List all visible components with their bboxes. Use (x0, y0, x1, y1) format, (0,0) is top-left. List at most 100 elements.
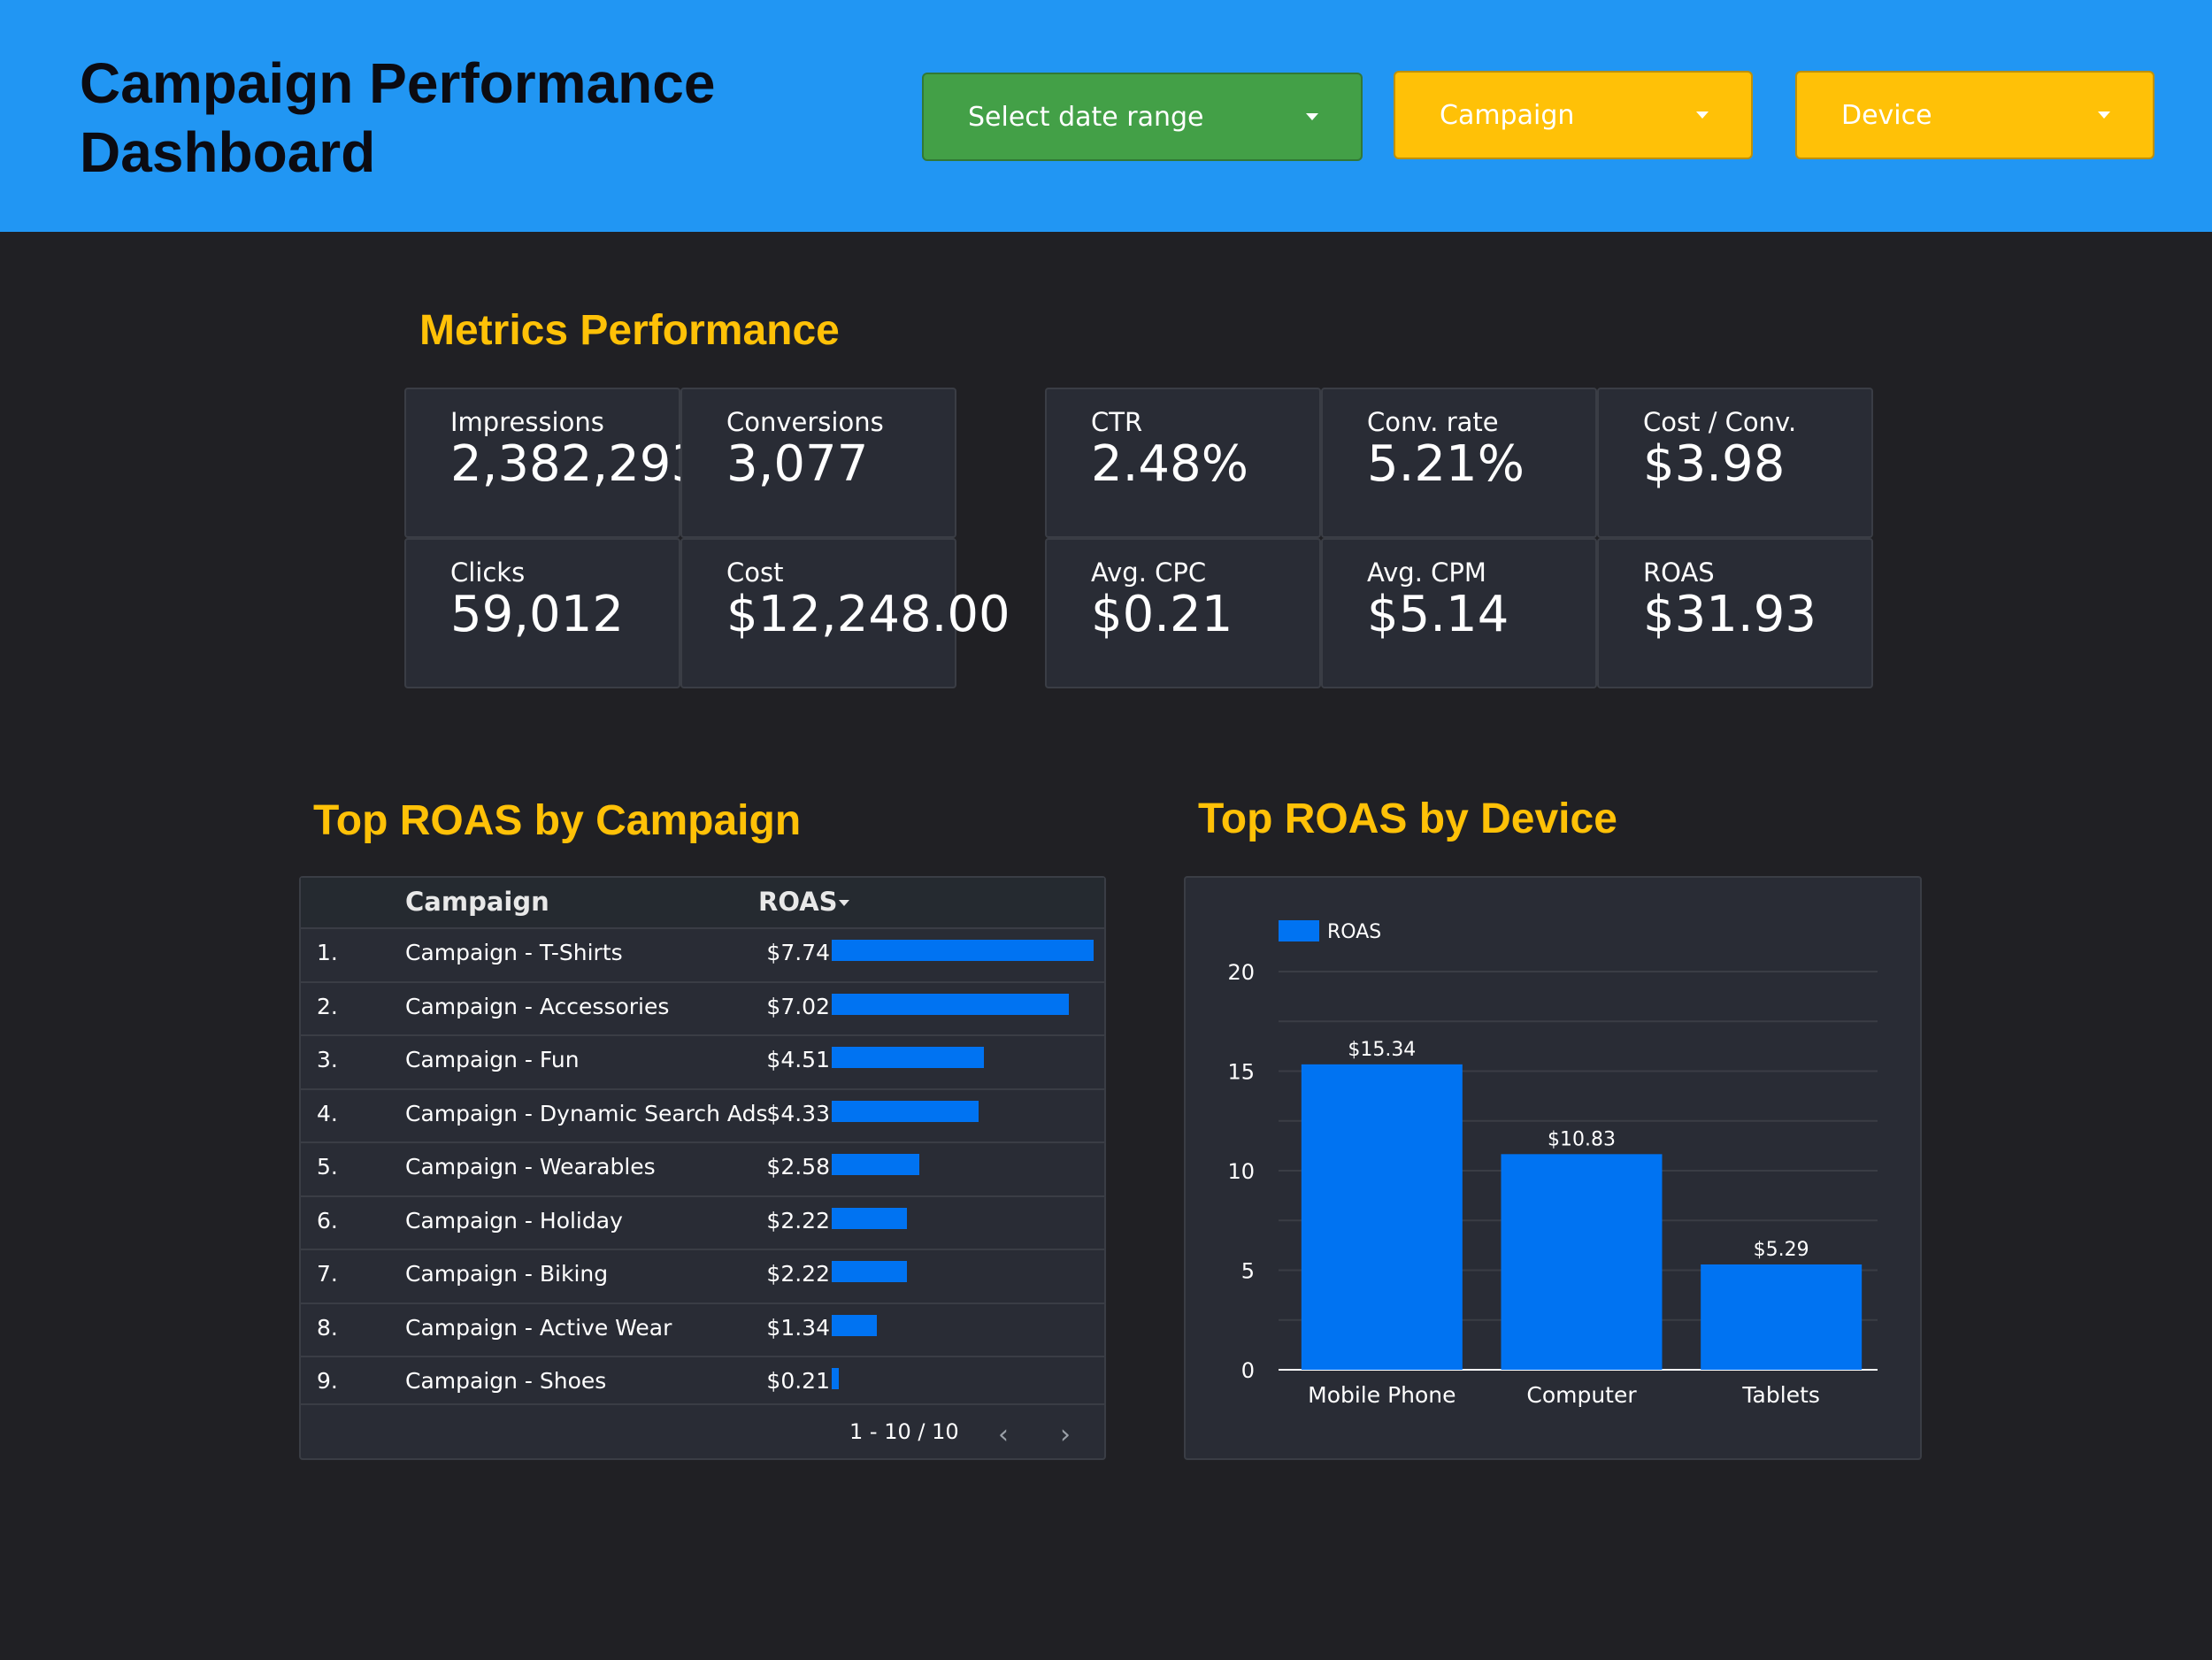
y-tick-label: 0 (1241, 1358, 1255, 1383)
x-category-label: Mobile Phone (1308, 1382, 1455, 1408)
date-range-label: Select date range (968, 101, 1204, 133)
campaign-name: Campaign - Wearables (405, 1154, 656, 1180)
table-row[interactable]: 9. Campaign - Shoes $0.21 (301, 1356, 1104, 1410)
row-index: 7. (317, 1261, 338, 1287)
roas-value: $4.33 (766, 1100, 830, 1126)
metric-label: ROAS (1643, 557, 1715, 588)
page-title: Campaign Performance Dashboard (80, 49, 876, 187)
roas-bar (832, 1368, 840, 1389)
metric-card-cost: Cost $12,248.00 (680, 538, 1010, 688)
device-roas-chart: 0 5 10 15 20 ROAS $15.34 Mobile Phone $10.83 Comp… (1227, 920, 1878, 1408)
roas-bar (832, 993, 1070, 1015)
roas-value: $7.02 (766, 993, 830, 1019)
column-header-roas[interactable]: ROAS (758, 887, 838, 917)
row-index: 8. (317, 1314, 338, 1341)
chart-bar[interactable] (1501, 1154, 1663, 1370)
row-index: 3. (317, 1047, 338, 1072)
metric-value: $31.93 (1643, 586, 1816, 643)
roas-value: $0.21 (766, 1368, 830, 1394)
campaign-name: Campaign - Shoes (405, 1368, 607, 1394)
metrics-section-title: Metrics Performance (419, 307, 840, 354)
metric-value: $3.98 (1643, 435, 1786, 493)
sort-desc-icon[interactable] (839, 900, 849, 906)
y-tick-label: 15 (1227, 1060, 1255, 1085)
campaign-name: Campaign - Biking (405, 1261, 609, 1287)
date-range-dropdown[interactable]: Select date range (922, 73, 1363, 161)
x-category-label: Computer (1526, 1382, 1637, 1408)
table-row[interactable]: 3. Campaign - Fun $4.51 (301, 1034, 1104, 1089)
roas-value: $1.34 (766, 1314, 830, 1341)
metric-card-ctr: CTR 2.48% (1045, 388, 1321, 538)
row-index: 6. (317, 1207, 338, 1233)
metric-label: Conversions (726, 407, 884, 437)
metric-card-avg-cpc: Avg. CPC $0.21 (1045, 538, 1321, 688)
roas-bar (832, 940, 1094, 961)
table-row[interactable]: 8. Campaign - Active Wear $1.34 (301, 1302, 1104, 1357)
page-title-line1: Campaign Performance (80, 51, 716, 115)
table-row[interactable]: 2. Campaign - Accessories $7.02 (301, 980, 1104, 1036)
metric-card-conversions: Conversions 3,077 (680, 388, 956, 538)
campaign-name: Campaign - Fun (405, 1047, 580, 1072)
metric-value: 5.21% (1367, 435, 1525, 493)
campaign-dropdown[interactable]: Campaign (1394, 71, 1753, 159)
row-index: 1. (317, 940, 338, 965)
chevron-left-icon[interactable]: ‹ (998, 1419, 1009, 1450)
roas-bar (832, 1100, 979, 1122)
metric-label: Impressions (450, 407, 604, 437)
campaign-dropdown-label: Campaign (1440, 99, 1575, 131)
column-header-campaign[interactable]: Campaign (405, 887, 549, 917)
row-index: 5. (317, 1154, 338, 1180)
table-row[interactable]: 4. Campaign - Dynamic Search Ads $4.33 (301, 1087, 1104, 1143)
header-bar: Campaign Performance Dashboard Select da… (0, 0, 2212, 232)
campaign-name: Campaign - Active Wear (405, 1314, 672, 1341)
chart-bar[interactable] (1701, 1264, 1863, 1370)
device-dropdown[interactable]: Device (1795, 71, 2154, 159)
campaign-roas-table: Campaign ROAS 1. Campaign - T-Shirts $7.74… (299, 876, 1106, 1460)
metric-label: Conv. rate (1367, 407, 1499, 437)
table-row[interactable]: 6. Campaign - Holiday $2.22 (301, 1195, 1104, 1250)
metric-value: 2,382,293 (450, 435, 703, 493)
chevron-right-icon[interactable]: › (1060, 1419, 1071, 1450)
y-tick-label: 10 (1227, 1159, 1255, 1184)
roas-value: $2.22 (766, 1261, 830, 1287)
roas-bar (832, 1314, 878, 1336)
metric-label: Cost / Conv. (1643, 407, 1797, 437)
roas-bar (832, 1207, 907, 1229)
x-category-label: Tablets (1741, 1382, 1819, 1408)
metric-label: Clicks (450, 557, 526, 588)
metric-value: $5.14 (1367, 586, 1509, 643)
pager-range: 1 - 10 / 10 (849, 1419, 959, 1444)
metric-value: $0.21 (1091, 586, 1233, 643)
y-tick-label: 20 (1227, 960, 1255, 985)
page-title-line2: Dashboard (80, 120, 376, 184)
campaign-name: Campaign - T-Shirts (405, 940, 623, 965)
device-roas-chart-panel: 0 5 10 15 20 ROAS $15.34 Mobile Phone $10.83 Comp… (1184, 876, 1922, 1460)
device-chart-title: Top ROAS by Device (1198, 795, 1617, 842)
table-row[interactable]: 5. Campaign - Wearables $2.58 (301, 1141, 1104, 1196)
roas-value: $7.74 (766, 940, 830, 965)
metric-card-cost-per-conv: Cost / Conv. $3.98 (1597, 388, 1873, 538)
legend-label: ROAS (1327, 921, 1381, 943)
table-row[interactable]: 7. Campaign - Biking $2.22 (301, 1249, 1104, 1303)
bar-data-label: $15.34 (1348, 1039, 1416, 1061)
metric-card-impressions: Impressions 2,382,293 (404, 388, 703, 538)
table-header: Campaign ROAS (301, 878, 1104, 927)
metric-value: 3,077 (726, 435, 869, 493)
table-row[interactable]: 1. Campaign - T-Shirts $7.74 (301, 927, 1104, 982)
metric-label: Cost (726, 557, 784, 588)
metric-value: 59,012 (450, 586, 624, 643)
chart-bar[interactable] (1301, 1064, 1463, 1370)
metric-value: $12,248.00 (726, 586, 1010, 643)
metric-label: Avg. CPC (1091, 557, 1207, 588)
roas-value: $4.51 (766, 1047, 830, 1072)
table-pager: 1 - 10 / 10 ‹ › (301, 1403, 1104, 1458)
roas-value: $2.22 (766, 1207, 830, 1233)
metric-value: 2.48% (1091, 435, 1248, 493)
metric-card-avg-cpm: Avg. CPM $5.14 (1321, 538, 1597, 688)
roas-bar (832, 1047, 985, 1068)
row-index: 4. (317, 1100, 338, 1126)
campaign-name: Campaign - Holiday (405, 1207, 623, 1233)
roas-value: $2.58 (766, 1154, 830, 1180)
y-tick-label: 5 (1241, 1259, 1255, 1284)
caret-down-icon (1696, 111, 1709, 119)
